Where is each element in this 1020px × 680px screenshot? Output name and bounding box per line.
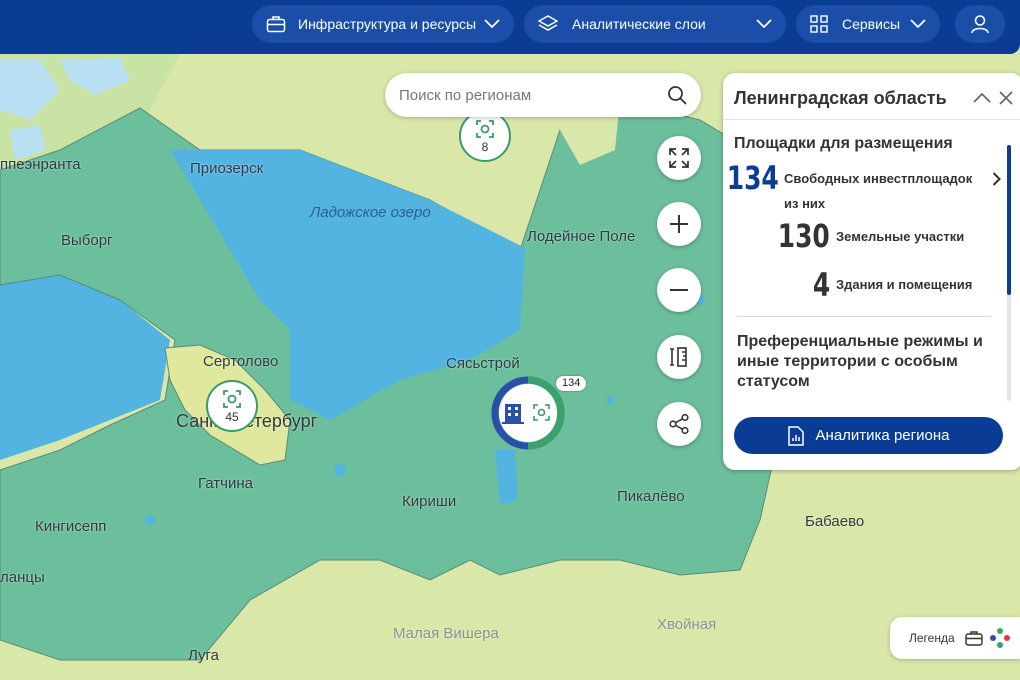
land-plots-count: 130: [777, 217, 830, 255]
region-search-input[interactable]: [397, 85, 667, 105]
layers-icon: [538, 15, 558, 31]
free-sites-label: Свободных инвестплощадок: [784, 171, 973, 186]
briefcase-icon: [266, 16, 286, 33]
zoom-in-button[interactable]: [657, 202, 701, 246]
place-vyborg: Выборг: [61, 232, 113, 249]
place-lodeinoe-pole: Лодейное Поле: [527, 228, 636, 245]
zoom-out-button[interactable]: [657, 268, 701, 312]
buildings-count: 4: [812, 266, 830, 304]
legend-button[interactable]: Легенда: [890, 617, 1020, 659]
chevron-down-icon: [756, 19, 772, 29]
map-marker-top[interactable]: 8: [459, 110, 511, 162]
region-analytics-button[interactable]: Аналитика региона: [734, 417, 1003, 454]
building-icon: [502, 404, 524, 424]
legend-dots-icon: [989, 628, 1010, 648]
place-luga: Луга: [188, 647, 219, 664]
fullscreen-button[interactable]: [657, 136, 701, 180]
panel-title: Ленинградская область: [734, 88, 947, 108]
place-gatchina: Гатчина: [198, 475, 253, 492]
place-pikalevo: Пикалёво: [617, 488, 685, 505]
chevron-right-icon[interactable]: [992, 172, 1001, 186]
ruler-icon: [670, 347, 687, 367]
map-marker-saint-petersburg[interactable]: 45: [206, 380, 258, 432]
preferential-regimes-link[interactable]: Преференциальные режимы и иные территори…: [737, 332, 997, 392]
plot-scan-icon: [476, 119, 494, 138]
cluster-count-badge: 134: [556, 376, 587, 391]
place-lappeenranta: ппеэнранта: [0, 156, 81, 173]
user-icon: [971, 15, 989, 34]
chevron-down-icon: [484, 19, 500, 29]
chevron-down-icon: [910, 19, 926, 29]
place-malaya-vishera: Малая Вишера: [393, 625, 499, 642]
nav-infrastructure-label: Инфраструктура и ресурсы: [298, 16, 477, 32]
place-syasstroy: Сясьстрой: [446, 355, 520, 372]
fullscreen-icon: [669, 148, 689, 168]
land-plots-label: Земельные участки: [836, 229, 965, 244]
map-cluster-marker[interactable]: [491, 376, 565, 450]
free-sites-count: 134: [726, 159, 779, 197]
marker-count: 45: [225, 409, 239, 424]
legend-label: Легенда: [909, 631, 955, 645]
place-ladoga-lake: Ладожское озеро: [310, 204, 431, 221]
profile-button[interactable]: [955, 5, 1005, 43]
region-analytics-label: Аналитика региона: [815, 427, 950, 444]
panel-section-divider: [737, 316, 991, 317]
nav-services-dropdown[interactable]: Сервисы: [796, 5, 940, 43]
search-icon[interactable]: [667, 85, 687, 105]
place-babaevo: Бабаево: [805, 513, 865, 530]
ruler-button[interactable]: [657, 335, 701, 379]
share-button[interactable]: [657, 402, 701, 446]
sites-section-title: Площадки для размещения: [734, 135, 953, 152]
zoom-in-icon: [670, 215, 688, 233]
region-info-panel: Ленинградская область Площадки для разме…: [723, 73, 1020, 470]
place-khvoinaya: Хвойная: [657, 616, 717, 633]
nav-analytics-layers-dropdown[interactable]: Аналитические слои: [524, 5, 786, 43]
panel-scrollbar-thumb[interactable]: [1007, 145, 1011, 295]
close-icon[interactable]: [999, 91, 1013, 105]
plot-scan-icon: [223, 389, 241, 408]
marker-count: 8: [481, 139, 489, 154]
collapse-icon[interactable]: [973, 92, 991, 104]
nav-analytics-layers-label: Аналитические слои: [572, 16, 706, 32]
panel-header-divider: [723, 119, 1020, 120]
place-kirishi: Кириши: [402, 493, 457, 510]
place-slantsy: ланцы: [0, 569, 45, 586]
document-chart-icon: [787, 425, 804, 446]
briefcase-icon: [964, 631, 983, 646]
grid-icon: [810, 15, 828, 33]
zoom-out-icon: [670, 289, 688, 291]
share-icon: [669, 413, 689, 435]
place-priozersk: Приозерск: [190, 160, 264, 177]
nav-services-label: Сервисы: [842, 16, 901, 32]
nav-infrastructure-dropdown[interactable]: Инфраструктура и ресурсы: [252, 5, 514, 43]
place-sertolovo: Сертолово: [203, 353, 279, 370]
buildings-label: Здания и помещения: [836, 277, 973, 292]
region-search-box[interactable]: [385, 73, 701, 117]
place-kingisepp: Кингисепп: [35, 518, 107, 535]
of-them-label: из них: [784, 196, 826, 211]
